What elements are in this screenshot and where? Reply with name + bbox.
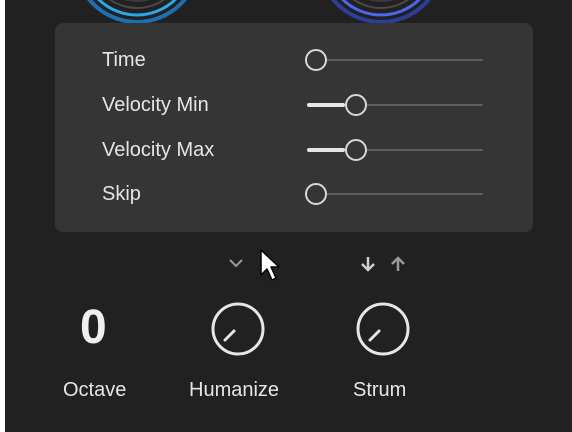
humanize-label: Humanize: [189, 379, 280, 401]
slider-track: [315, 59, 483, 61]
time-slider[interactable]: [303, 48, 483, 72]
velocity-max-label: Velocity Max: [102, 139, 215, 161]
slider-thumb[interactable]: [305, 183, 327, 205]
velocity-min-slider[interactable]: [303, 93, 483, 117]
octave-value[interactable]: 0: [80, 300, 107, 356]
skip-slider[interactable]: [303, 182, 483, 206]
slider-thumb[interactable]: [345, 94, 367, 116]
parameters-panel: Time Velocity Min Velocity Max Skip: [55, 23, 533, 232]
strum-knob[interactable]: [355, 301, 411, 357]
slider-fill: [307, 103, 345, 107]
mouse-cursor-icon: [260, 249, 280, 281]
humanize-knob[interactable]: [210, 301, 266, 357]
arrow-up-icon[interactable]: [389, 255, 407, 273]
slider-thumb[interactable]: [345, 139, 367, 161]
arpeggiator-panel: Time Velocity Min Velocity Max Skip 0 Oc…: [5, 0, 572, 432]
strum-label: Strum: [353, 379, 407, 401]
time-label: Time: [102, 49, 146, 71]
velocity-max-slider[interactable]: [303, 138, 483, 162]
arrow-down-icon[interactable]: [359, 255, 377, 273]
chevron-down-icon[interactable]: [228, 257, 244, 269]
velocity-min-label: Velocity Min: [102, 94, 209, 116]
slider-track: [315, 193, 483, 195]
slider-thumb[interactable]: [305, 49, 327, 71]
octave-label: Octave: [63, 379, 127, 401]
slider-fill: [307, 148, 345, 152]
skip-label: Skip: [102, 183, 141, 205]
